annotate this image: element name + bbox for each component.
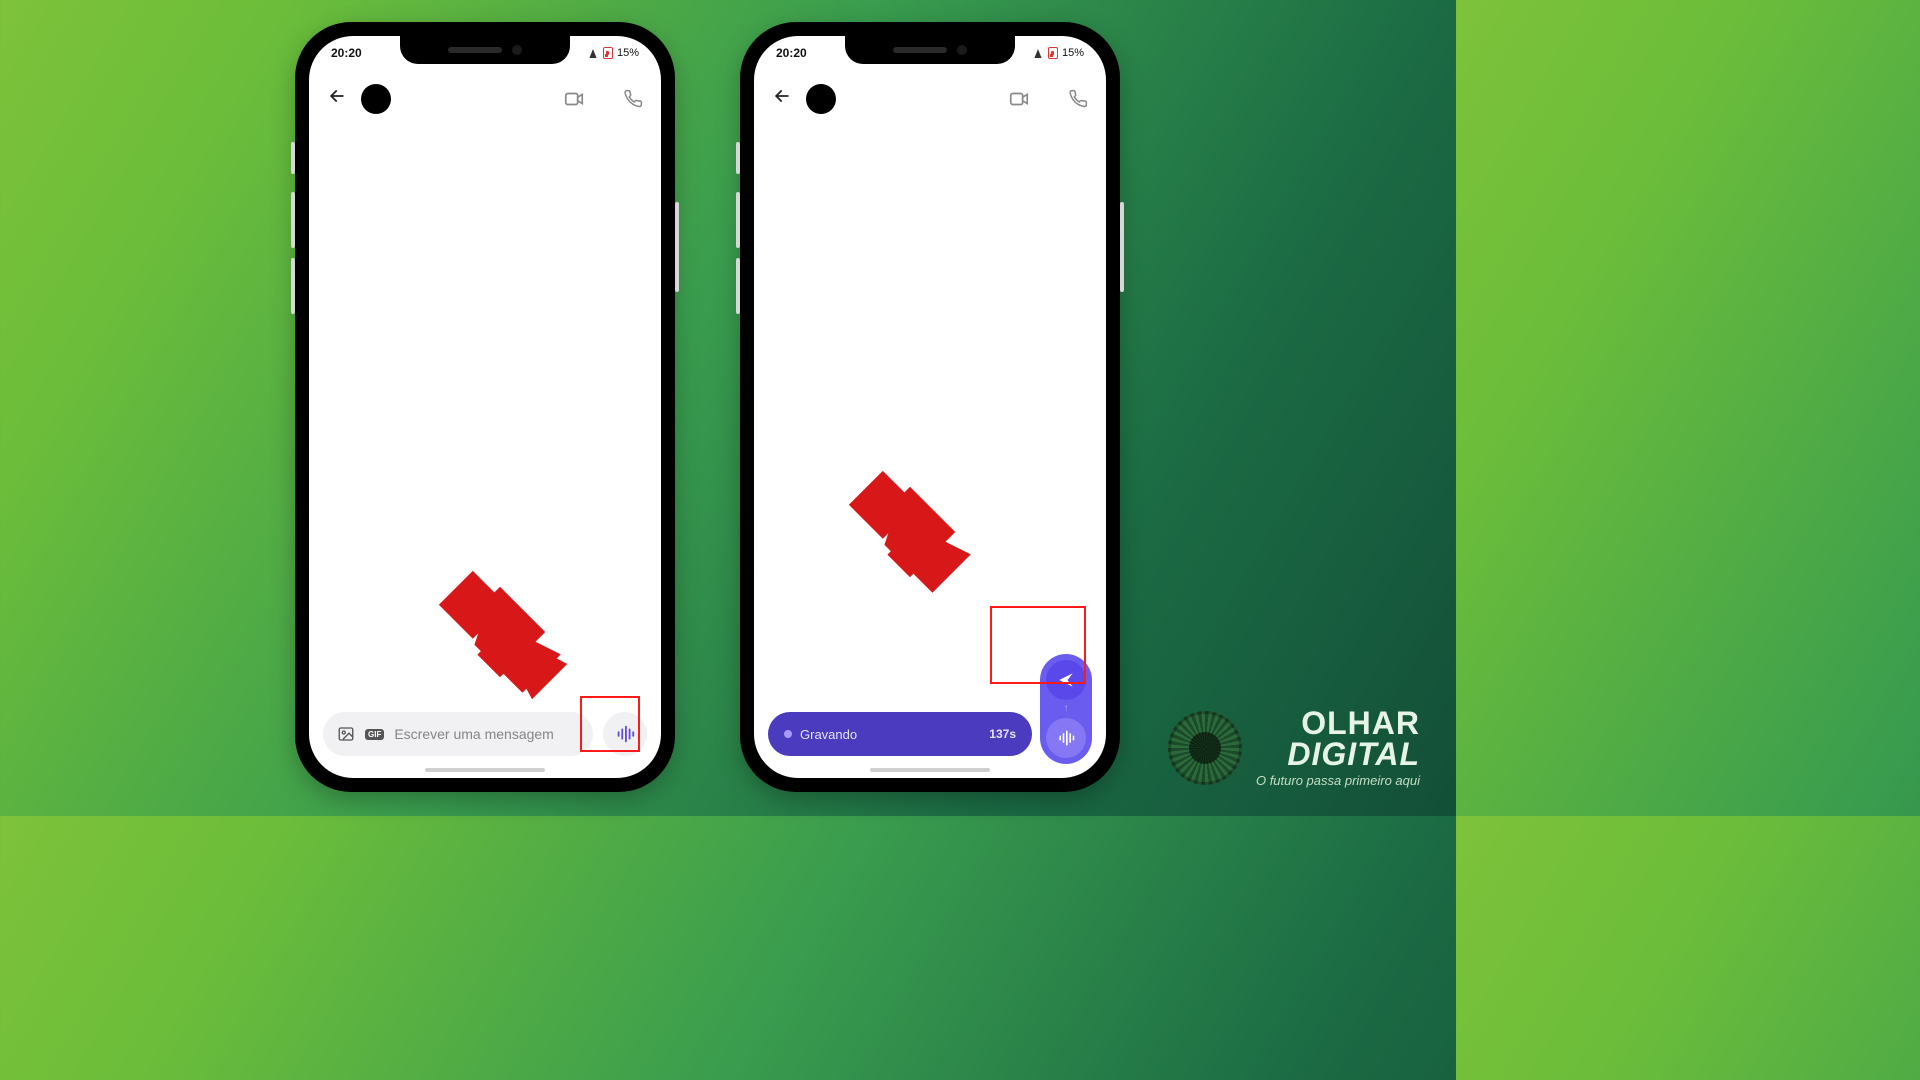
signal-icon bbox=[589, 49, 596, 58]
chat-header bbox=[309, 72, 661, 126]
front-camera bbox=[512, 45, 522, 55]
voice-wave-icon bbox=[1056, 728, 1076, 748]
video-icon bbox=[1008, 88, 1030, 110]
annotation-arrow bbox=[830, 452, 990, 612]
volume-button bbox=[736, 192, 740, 248]
volume-button bbox=[736, 258, 740, 314]
back-button[interactable] bbox=[772, 86, 792, 112]
avatar[interactable] bbox=[806, 84, 836, 114]
voice-record-button[interactable] bbox=[1046, 718, 1086, 758]
signal-icon bbox=[1034, 49, 1041, 58]
swipe-up-hint-icon: ↑ bbox=[1064, 706, 1069, 712]
annotation-arrow bbox=[420, 552, 580, 712]
volume-button bbox=[736, 142, 740, 174]
recording-label: Gravando bbox=[800, 727, 981, 742]
front-camera bbox=[957, 45, 967, 55]
annotation-highlight bbox=[990, 606, 1086, 684]
phone-icon bbox=[1068, 89, 1088, 109]
volume-button bbox=[291, 192, 295, 248]
chat-header bbox=[754, 72, 1106, 126]
video-call-button[interactable] bbox=[563, 88, 585, 110]
annotation-highlight bbox=[580, 696, 640, 752]
battery-icon bbox=[603, 47, 613, 59]
brand-watermark: OLHAR DIGITAL O futuro passa primeiro aq… bbox=[1168, 708, 1420, 788]
phone-call-button[interactable] bbox=[1068, 89, 1088, 109]
battery-icon bbox=[1048, 47, 1058, 59]
video-icon bbox=[563, 88, 585, 110]
brand-name-line2: DIGITAL bbox=[1287, 736, 1420, 772]
phone-icon bbox=[623, 89, 643, 109]
recording-pill[interactable]: Gravando 137s bbox=[768, 712, 1032, 756]
brand-logo-icon bbox=[1168, 711, 1242, 785]
image-icon bbox=[337, 725, 355, 743]
recording-dot-icon bbox=[784, 730, 792, 738]
back-button[interactable] bbox=[327, 86, 347, 112]
home-indicator[interactable] bbox=[870, 768, 990, 772]
avatar[interactable] bbox=[361, 84, 391, 114]
message-placeholder: Escrever uma mensagem bbox=[394, 726, 554, 742]
power-button bbox=[675, 202, 679, 292]
arrow-left-icon bbox=[327, 86, 347, 106]
video-call-button[interactable] bbox=[1008, 88, 1030, 110]
status-time: 20:20 bbox=[776, 46, 807, 60]
image-picker-button[interactable] bbox=[337, 725, 355, 743]
volume-button bbox=[291, 142, 295, 174]
status-time: 20:20 bbox=[331, 46, 362, 60]
power-button bbox=[1120, 202, 1124, 292]
recording-duration: 137s bbox=[989, 727, 1016, 741]
gif-picker-button[interactable]: GIF bbox=[365, 729, 384, 740]
notch bbox=[845, 36, 1015, 64]
battery-pct: 15% bbox=[617, 47, 639, 59]
volume-button bbox=[291, 258, 295, 314]
speaker-grille bbox=[448, 47, 502, 53]
battery-pct: 15% bbox=[1062, 47, 1084, 59]
speaker-grille bbox=[893, 47, 947, 53]
home-indicator[interactable] bbox=[425, 768, 545, 772]
brand-tagline: O futuro passa primeiro aqui bbox=[1256, 773, 1420, 788]
arrow-left-icon bbox=[772, 86, 792, 106]
message-input[interactable]: GIF Escrever uma mensagem bbox=[323, 712, 593, 756]
phone-call-button[interactable] bbox=[623, 89, 643, 109]
notch bbox=[400, 36, 570, 64]
